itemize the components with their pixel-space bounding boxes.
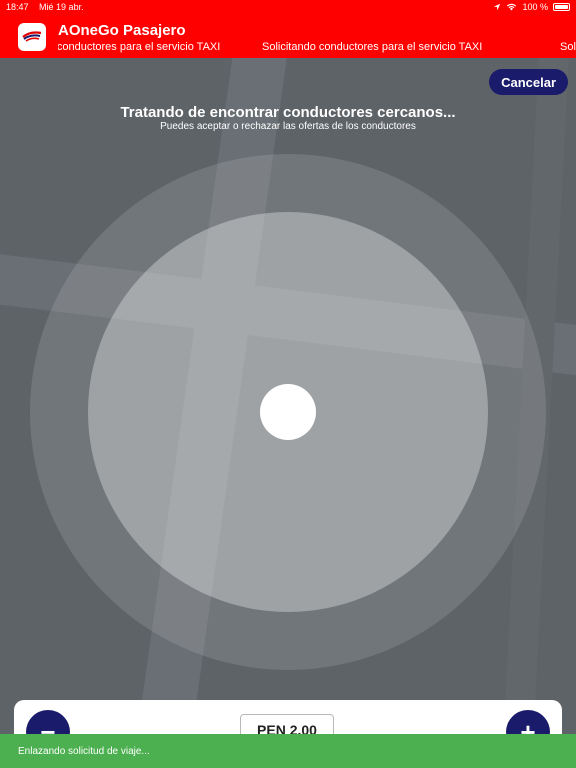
map-view[interactable]: Cancelar Tratando de encontrar conductor… — [0, 58, 576, 768]
app-header: AOneGo Pasajero Solicitando conductores … — [0, 14, 576, 58]
app-title: AOneGo Pasajero — [58, 22, 186, 39]
status-marquee: Solicitando conductores para el servicio… — [58, 41, 576, 55]
search-subtitle: Puedes aceptar o rechazar las ofertas de… — [160, 121, 416, 132]
battery-icon — [553, 3, 570, 11]
status-bar: 18:47 Mié 19 abr. 100 % — [0, 0, 576, 14]
pickup-location-dot — [260, 384, 316, 440]
location-arrow-icon — [494, 3, 501, 11]
cancel-button[interactable]: Cancelar — [489, 69, 568, 95]
battery-percent: 100 % — [522, 2, 548, 12]
status-right: 100 % — [493, 2, 570, 12]
status-toast: Enlazando solicitud de viaje... — [0, 734, 576, 768]
marquee-text: Solicitando conductores para el servicio… — [58, 41, 221, 53]
marquee-text: Solicitando conductores para el servicio… — [262, 41, 483, 53]
status-left: 18:47 Mié 19 abr. — [6, 2, 92, 12]
status-time: 18:47 — [6, 2, 29, 12]
status-date: Mié 19 abr. — [39, 2, 84, 12]
toast-message: Enlazando solicitud de viaje... — [18, 745, 150, 757]
search-title: Tratando de encontrar conductores cercan… — [120, 104, 456, 121]
wifi-icon — [507, 3, 517, 11]
marquee-text: Solicitando conductores para el servicio… — [560, 41, 576, 53]
aonego-logo-icon — [18, 23, 46, 51]
